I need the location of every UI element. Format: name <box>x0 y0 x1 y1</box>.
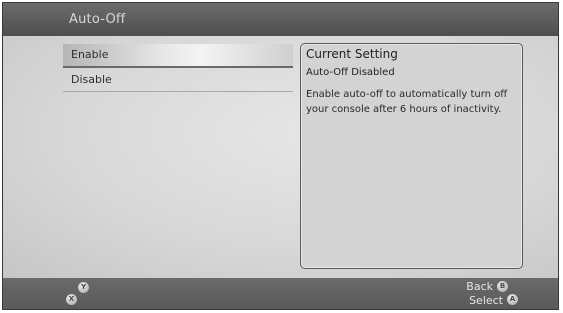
info-panel: Current Setting Auto-Off Disabled Enable… <box>300 43 523 269</box>
select-label[interactable]: Select <box>453 294 503 307</box>
enable-option[interactable]: Enable <box>63 44 293 68</box>
info-heading: Current Setting <box>306 47 398 61</box>
y-button-icon[interactable]: Y <box>78 282 89 293</box>
info-description: Enable auto-off to automatically turn of… <box>306 89 508 115</box>
disable-option-label: Disable <box>71 73 112 86</box>
footer-bar: Y X Back B Select A <box>3 278 558 309</box>
x-button-icon[interactable]: X <box>66 294 77 305</box>
page-title: Auto-Off <box>69 12 126 27</box>
a-button-icon[interactable]: A <box>507 294 518 305</box>
content-area: Enable Disable Current Setting Auto-Off … <box>3 36 558 278</box>
back-label[interactable]: Back <box>459 280 493 293</box>
title-bar: Auto-Off <box>3 3 558 36</box>
b-button-icon[interactable]: B <box>497 281 508 292</box>
current-status: Auto-Off Disabled <box>306 67 395 78</box>
disable-option[interactable]: Disable <box>63 69 293 92</box>
option-menu: Enable Disable <box>63 44 293 93</box>
enable-option-label: Enable <box>71 48 109 61</box>
screen-frame: Auto-Off Enable Disable Current Setting … <box>2 2 559 310</box>
